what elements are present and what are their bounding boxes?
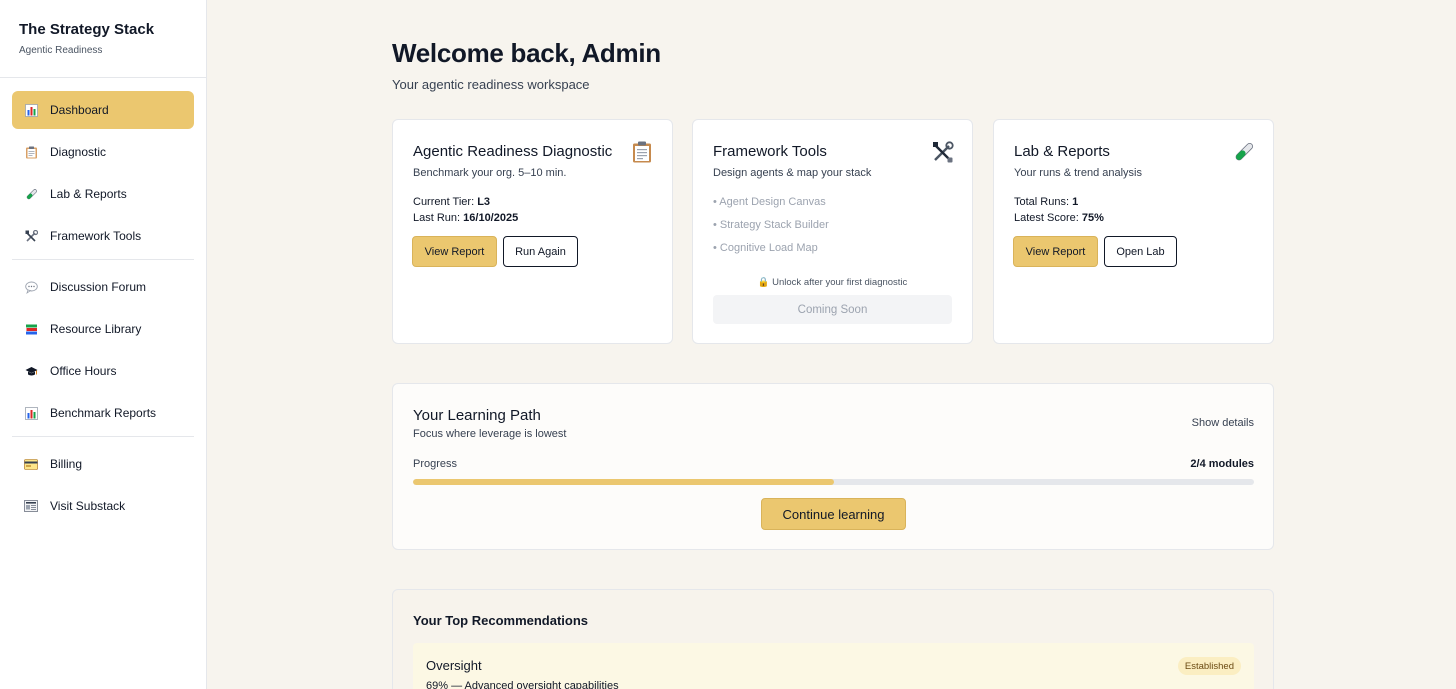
- sidebar-nav: Dashboard Diagnostic Lab & Reports Frame…: [0, 78, 206, 525]
- progress-label: Progress: [413, 458, 458, 470]
- clipboard-icon: [632, 141, 654, 163]
- learning-path-card: Your Learning Path Focus where leverage …: [392, 383, 1274, 550]
- last-run-label: Last Run:: [413, 212, 461, 224]
- show-details-link[interactable]: Show details: [1192, 417, 1254, 429]
- credit-card-icon: [24, 457, 38, 471]
- brand-subtitle: Agentic Readiness: [19, 45, 103, 56]
- brand: The Strategy Stack Agentic Readiness: [0, 0, 206, 78]
- sidebar-item-billing[interactable]: Billing: [12, 445, 194, 483]
- bar-chart-icon: [24, 406, 38, 420]
- current-tier: Current Tier: L3: [413, 196, 490, 208]
- card-title: Agentic Readiness Diagnostic: [413, 143, 613, 160]
- sidebar-item-dashboard[interactable]: Dashboard: [12, 91, 194, 129]
- sidebar-item-benchmark-reports[interactable]: Benchmark Reports: [12, 394, 194, 432]
- sidebar-divider: [12, 436, 194, 437]
- sidebar-item-lab-reports[interactable]: Lab & Reports: [12, 175, 194, 213]
- sidebar-item-label: Dashboard: [50, 103, 109, 117]
- main-content: Welcome back, Admin Your agentic readine…: [207, 0, 1456, 689]
- card-title: Lab & Reports: [1014, 143, 1110, 160]
- sidebar-item-label: Lab & Reports: [50, 187, 127, 201]
- total-runs-value: 1: [1072, 196, 1079, 208]
- diagnostic-card: Agentic Readiness Diagnostic Benchmark y…: [392, 119, 673, 344]
- test-tube-icon: [24, 187, 38, 201]
- sidebar-item-label: Visit Substack: [50, 499, 126, 513]
- recommendation-description: 69% — Advanced oversight capabilities: [426, 680, 619, 689]
- sidebar-item-discussion-forum[interactable]: Discussion Forum: [12, 268, 194, 306]
- sidebar-divider: [12, 259, 194, 260]
- page-subtitle: Your agentic readiness workspace: [392, 77, 590, 92]
- recommendations-card: Your Top Recommendations Oversight Estab…: [392, 589, 1274, 689]
- page-title: Welcome back, Admin: [392, 38, 661, 68]
- total-runs-label: Total Runs:: [1014, 196, 1070, 208]
- recommendation-name: Oversight: [426, 658, 482, 673]
- tools-icon: [24, 229, 38, 243]
- test-tube-icon: [1233, 141, 1255, 163]
- framework-tools-card: Framework Tools Design agents & map your…: [692, 119, 973, 344]
- sidebar-item-label: Resource Library: [50, 322, 142, 336]
- speech-bubble-icon: [24, 280, 38, 294]
- last-run: Last Run: 16/10/2025: [413, 212, 518, 224]
- last-run-value: 16/10/2025: [463, 212, 519, 224]
- card-subtitle: Benchmark your org. 5–10 min.: [413, 167, 567, 179]
- recommendation-item[interactable]: Oversight Established 69% — Advanced ove…: [413, 643, 1254, 689]
- newspaper-icon: [24, 499, 38, 513]
- sidebar-item-label: Discussion Forum: [50, 280, 147, 294]
- brand-title: The Strategy Stack: [19, 21, 155, 38]
- sidebar-item-framework-tools[interactable]: Framework Tools: [12, 217, 194, 255]
- sidebar: The Strategy Stack Agentic Readiness Das…: [0, 0, 207, 689]
- status-badge: Established: [1177, 657, 1241, 675]
- recommendations-title: Your Top Recommendations: [413, 613, 589, 628]
- sidebar-item-label: Billing: [50, 457, 83, 471]
- clipboard-icon: [24, 145, 38, 159]
- tool-cognitive-load-map: • Cognitive Load Map: [713, 242, 818, 254]
- books-icon: [24, 322, 38, 336]
- graduation-cap-icon: [24, 364, 38, 378]
- view-report-button[interactable]: View Report: [1013, 236, 1098, 267]
- sidebar-item-label: Framework Tools: [50, 229, 142, 243]
- learning-path-subtitle: Focus where leverage is lowest: [413, 428, 567, 440]
- current-tier-value: L3: [477, 196, 491, 208]
- continue-learning-button[interactable]: Continue learning: [761, 498, 906, 530]
- progress-bar-fill: [413, 479, 834, 485]
- tool-strategy-stack-builder: • Strategy Stack Builder: [713, 219, 829, 231]
- progress-bar: [413, 479, 1254, 485]
- total-runs: Total Runs: 1: [1014, 196, 1078, 208]
- learning-path-title: Your Learning Path: [413, 407, 541, 424]
- tools-icon: [932, 141, 954, 163]
- sidebar-item-label: Benchmark Reports: [50, 406, 157, 420]
- latest-score-label: Latest Score:: [1014, 212, 1079, 224]
- unlock-note: 🔒 Unlock after your first diagnostic: [757, 277, 908, 288]
- lab-reports-card: Lab & Reports Your runs & trend analysis…: [993, 119, 1274, 344]
- bar-chart-icon: [24, 103, 38, 117]
- tool-agent-design-canvas: • Agent Design Canvas: [713, 196, 826, 208]
- latest-score-value: 75%: [1081, 212, 1104, 224]
- sidebar-item-label: Diagnostic: [50, 145, 107, 159]
- view-report-button[interactable]: View Report: [412, 236, 497, 267]
- open-lab-button[interactable]: Open Lab: [1104, 236, 1177, 267]
- sidebar-item-label: Office Hours: [50, 364, 117, 378]
- progress-count: 2/4 modules: [1190, 458, 1254, 470]
- sidebar-item-resource-library[interactable]: Resource Library: [12, 310, 194, 348]
- sidebar-item-visit-substack[interactable]: Visit Substack: [12, 487, 194, 525]
- coming-soon-button: Coming Soon: [713, 295, 952, 324]
- sidebar-item-office-hours[interactable]: Office Hours: [12, 352, 194, 390]
- run-again-button[interactable]: Run Again: [503, 236, 578, 267]
- card-subtitle: Design agents & map your stack: [713, 167, 872, 179]
- card-title: Framework Tools: [713, 143, 827, 160]
- card-subtitle: Your runs & trend analysis: [1014, 167, 1142, 179]
- latest-score: Latest Score: 75%: [1014, 212, 1104, 224]
- sidebar-item-diagnostic[interactable]: Diagnostic: [12, 133, 194, 171]
- current-tier-label: Current Tier:: [413, 196, 475, 208]
